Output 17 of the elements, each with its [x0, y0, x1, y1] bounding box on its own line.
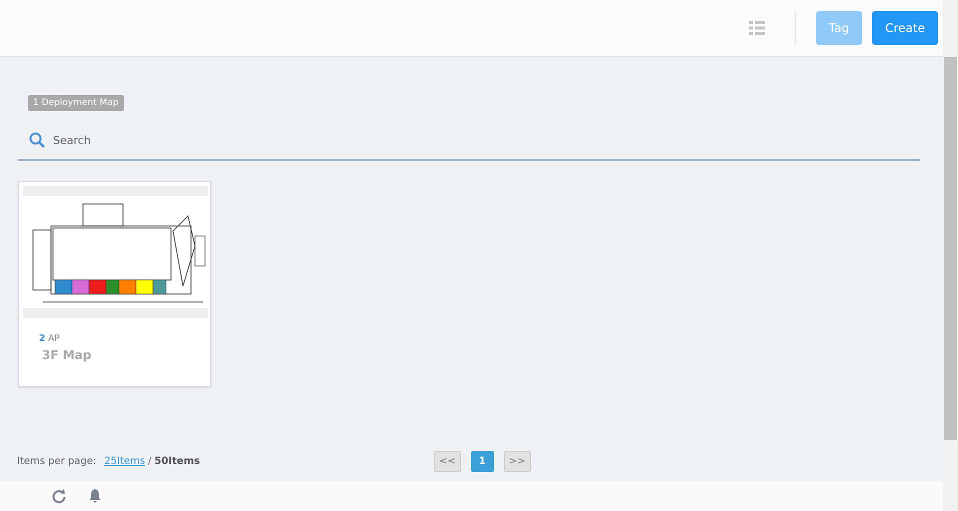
bell-icon[interactable] [87, 488, 103, 504]
create-button[interactable]: Create [872, 11, 938, 45]
items-per-page-label: Items per page: [17, 456, 96, 466]
count-badge: 1 Deployment Map [28, 95, 124, 111]
previous-page-button[interactable]: << [434, 451, 461, 472]
separator: / [148, 456, 152, 466]
page-button[interactable]: 1 [470, 451, 494, 472]
refresh-icon[interactable] [51, 488, 67, 504]
scrollbar[interactable] [943, 0, 958, 511]
map-card[interactable]: 2 AP 3F Map [18, 181, 211, 387]
page-size-link[interactable]: 25Items [104, 456, 145, 466]
next-page-button[interactable]: >> [504, 451, 531, 472]
map-name: 3F Map [42, 348, 92, 362]
page-size-link[interactable]: 50Items [154, 456, 200, 466]
search-field[interactable]: Search [53, 134, 253, 146]
ap-count: 2 AP [39, 334, 61, 344]
search-icon [29, 132, 45, 148]
